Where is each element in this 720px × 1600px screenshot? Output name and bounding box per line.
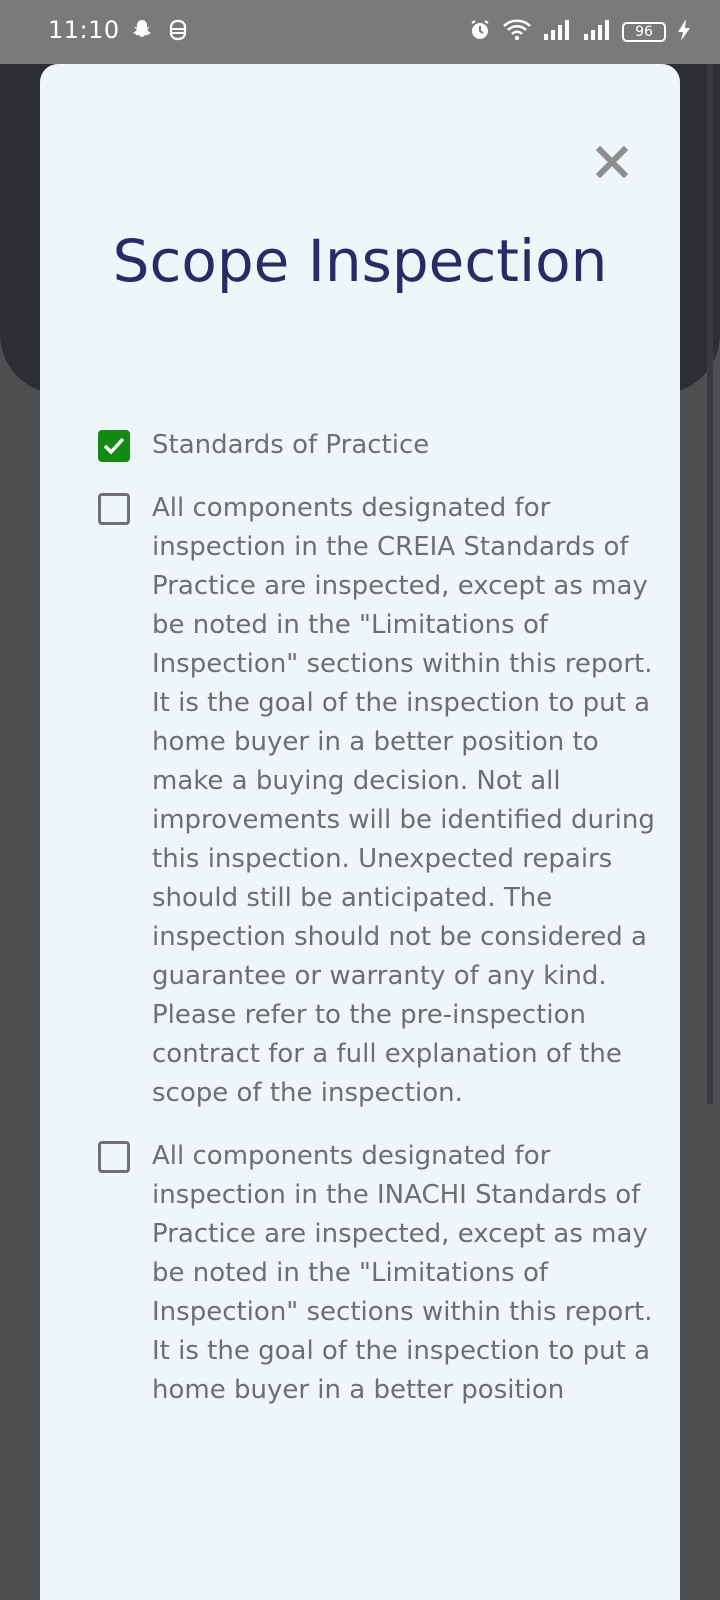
snapchat-icon: [130, 18, 154, 46]
option-inachi-standards[interactable]: All components designated for inspection…: [98, 1137, 658, 1410]
option-label: All components designated for inspection…: [152, 493, 655, 1108]
app-notification-icon: [168, 18, 188, 46]
wifi-icon: [502, 18, 532, 46]
checkbox-unchecked[interactable]: [98, 493, 130, 525]
scope-inspection-modal: Scope Inspection Standards of Practice A…: [40, 64, 680, 1600]
status-time: 11:10: [48, 16, 120, 44]
option-label: All components designated for inspection…: [152, 1141, 653, 1405]
charging-icon: [676, 18, 692, 46]
option-standards-of-practice[interactable]: Standards of Practice: [98, 426, 658, 465]
close-icon: [595, 145, 629, 179]
checkbox-checked[interactable]: [98, 430, 130, 462]
checkmark-icon: [103, 437, 125, 455]
status-bar: 11:10 96: [0, 0, 720, 64]
battery-icon: 96: [622, 22, 666, 42]
checkbox-unchecked[interactable]: [98, 1141, 130, 1173]
alarm-icon: [468, 18, 492, 46]
option-creia-standards[interactable]: All components designated for inspection…: [98, 489, 658, 1113]
signal-icon: [582, 18, 612, 46]
signal-icon: [542, 18, 572, 46]
options-list: Standards of Practice All components des…: [98, 426, 658, 1434]
option-label: Standards of Practice: [152, 430, 430, 460]
close-button[interactable]: [592, 142, 632, 182]
status-left-icons: [130, 18, 188, 46]
status-right-icons: 96: [468, 18, 692, 46]
page-title: Scope Inspection: [112, 227, 608, 295]
background-scrollbar: [707, 64, 713, 1104]
